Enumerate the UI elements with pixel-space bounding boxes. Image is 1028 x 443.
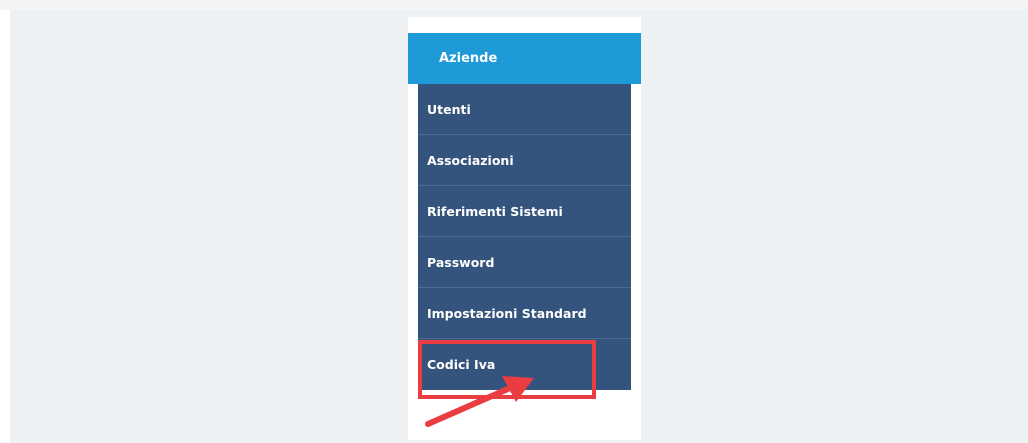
menu-item-aziende[interactable]: Aziende [408,33,641,84]
menu-item-password[interactable]: Password [418,237,631,288]
menu-item-impostazioni-standard[interactable]: Impostazioni Standard [418,288,631,339]
menu-item-associazioni[interactable]: Associazioni [418,135,631,186]
menu-item-label: Impostazioni Standard [427,305,587,321]
menu-item-utenti[interactable]: Utenti [418,84,631,135]
menu-item-riferimenti-sistemi[interactable]: Riferimenti Sistemi [418,186,631,237]
menu-item-label: Associazioni [427,152,514,168]
menu-item-label: Aziende [439,51,498,66]
arrow-icon [425,376,534,427]
menu-item-label: Utenti [427,101,471,117]
top-strip [0,0,1028,10]
menu-item-label: Password [427,254,495,270]
menu-item-label: Riferimenti Sistemi [427,203,563,219]
